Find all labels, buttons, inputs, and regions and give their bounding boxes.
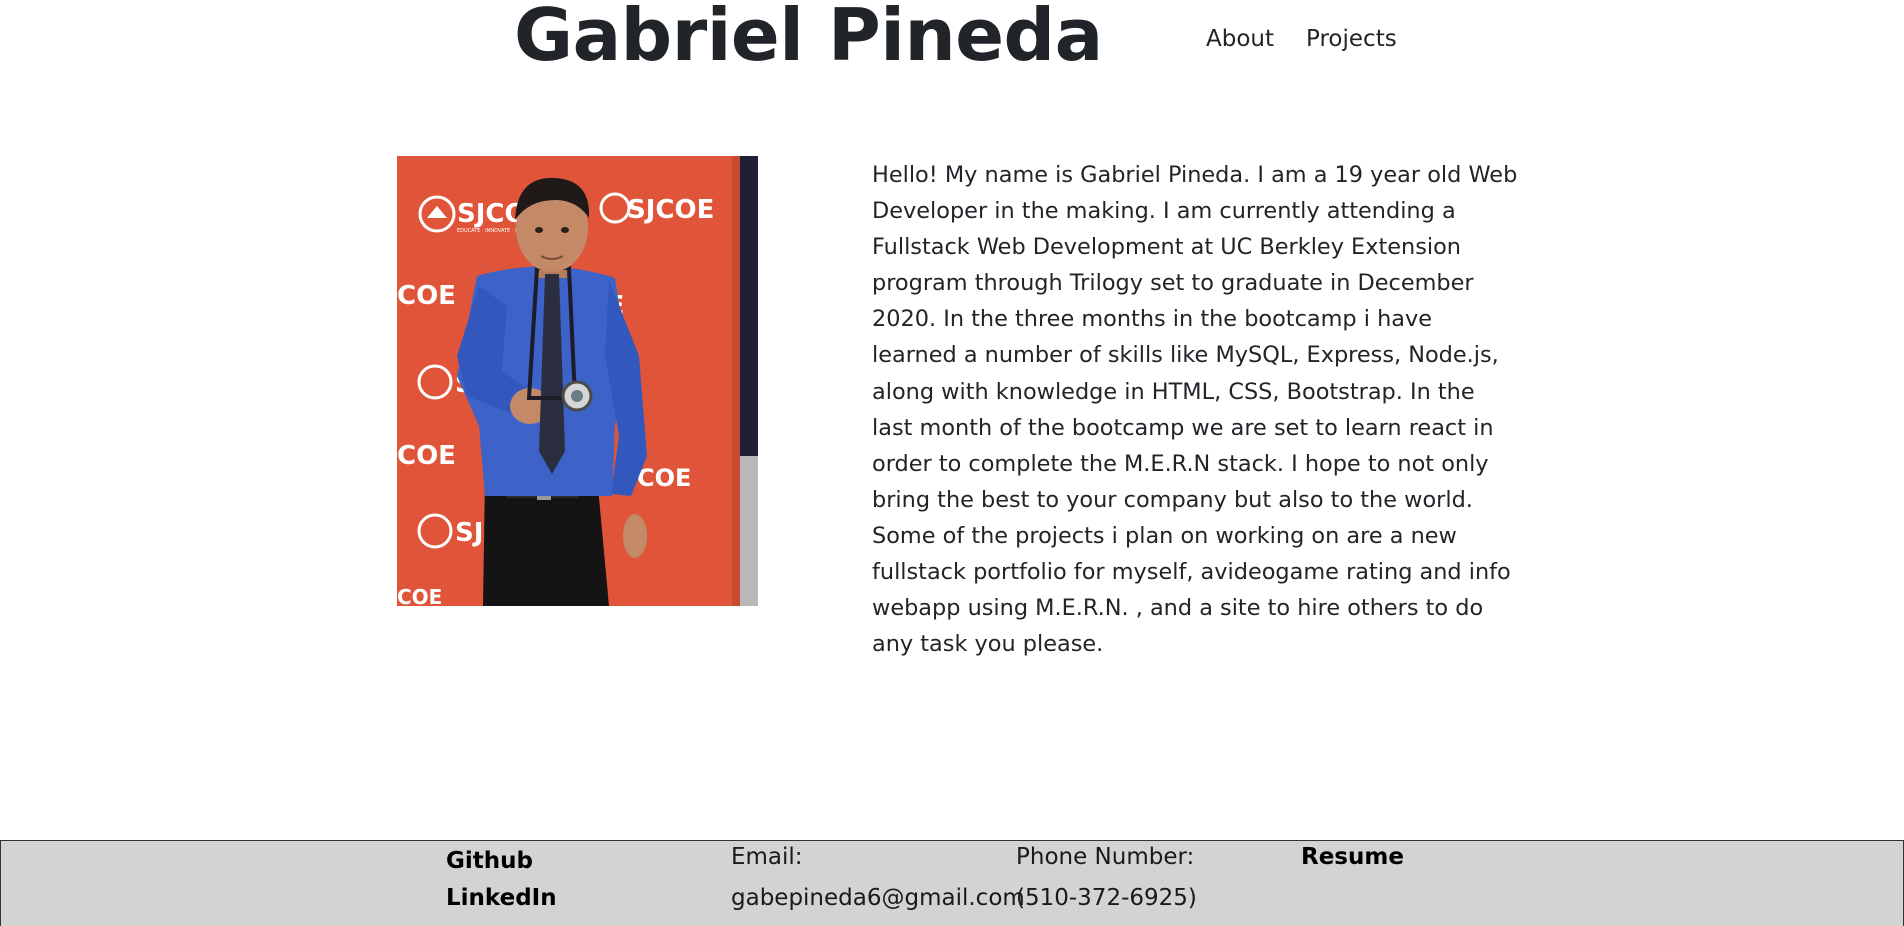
profile-photo: SJCOE EDUCATE · INNOVATE · INSPIRE SJCOE… xyxy=(397,156,758,606)
phone-heading: Phone Number: xyxy=(1016,844,1195,870)
site-footer: Github LinkedIn Email: gabepineda6@gmail… xyxy=(0,840,1904,926)
resume-link[interactable]: Resume xyxy=(1301,844,1404,870)
svg-text:COE: COE xyxy=(397,441,456,471)
nav-link-projects[interactable]: Projects xyxy=(1306,24,1397,54)
phone-value: (510-372-6925) xyxy=(1016,885,1197,911)
page: Gabriel Pineda About Projects SJCOE EDUC… xyxy=(0,0,1904,926)
top-nav: About Projects xyxy=(1206,24,1397,54)
svg-text:COE: COE xyxy=(637,464,691,492)
svg-text:COE: COE xyxy=(397,281,456,311)
site-title: Gabriel Pineda xyxy=(514,0,1103,77)
linkedin-link[interactable]: LinkedIn xyxy=(446,885,557,911)
nav-link-about[interactable]: About xyxy=(1206,24,1274,54)
email-heading: Email: xyxy=(731,844,803,870)
email-value: gabepineda6@gmail.com xyxy=(731,885,1025,911)
svg-text:SJCOE: SJCOE xyxy=(627,195,714,225)
svg-text:COE: COE xyxy=(397,585,442,606)
bio-paragraph: Hello! My name is Gabriel Pineda. I am a… xyxy=(872,162,1518,658)
github-link[interactable]: Github xyxy=(446,848,533,874)
